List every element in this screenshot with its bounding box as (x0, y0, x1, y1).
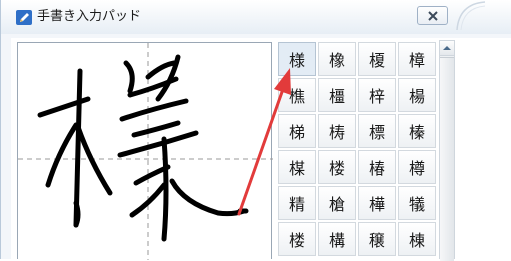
candidate-cell[interactable]: 穣 (358, 222, 396, 256)
candidate-scrollbar[interactable] (439, 40, 455, 261)
candidate-cell[interactable]: 橿 (318, 78, 356, 112)
candidate-cell[interactable]: 楼 (278, 222, 316, 256)
candidate-cell[interactable]: 樟 (398, 42, 436, 76)
title-bar[interactable]: 手書き入力パッド (1, 0, 511, 34)
candidate-cell[interactable]: 槍 (318, 186, 356, 220)
candidate-cell[interactable]: 樺 (358, 186, 396, 220)
candidate-cell[interactable]: 様 (278, 42, 316, 76)
scroll-up-button[interactable] (440, 41, 454, 56)
candidate-cell[interactable]: 棟 (398, 222, 436, 256)
candidate-cell[interactable]: 榎 (358, 42, 396, 76)
candidate-cell[interactable]: 樵 (278, 78, 316, 112)
candidate-cell[interactable]: 精 (278, 186, 316, 220)
chevron-up-icon (443, 46, 451, 50)
candidate-cell[interactable]: 犠 (398, 186, 436, 220)
candidate-cell[interactable]: 楳 (278, 150, 316, 184)
handwritten-character (37, 54, 249, 242)
candidate-grid: 様橡榎樟樵橿梓楊梯梼標榛楳楼椿樽精槍樺犠楼構穣棟 (278, 40, 438, 259)
candidate-cell[interactable]: 楊 (398, 78, 436, 112)
window-title: 手書き入力パッド (37, 9, 142, 24)
candidate-cell[interactable]: 榛 (398, 114, 436, 148)
candidate-cell[interactable]: 樽 (398, 150, 436, 184)
handwriting-pad-window: 手書き入力パッド 様 橡 榎 樟 樵 橿 梓 楊 梯 梼 標 榛 楳 楼 椿 樽… (0, 0, 511, 261)
window-corner-decoration (456, 1, 486, 30)
pen-icon (15, 9, 33, 26)
candidate-cell[interactable]: 橡 (318, 42, 356, 76)
candidate-cell[interactable]: 標 (358, 114, 396, 148)
candidate-cell[interactable]: 梼 (318, 114, 356, 148)
close-button[interactable] (417, 6, 448, 25)
candidate-cell[interactable]: 構 (318, 222, 356, 256)
candidate-cell[interactable]: 梓 (358, 78, 396, 112)
close-icon (428, 11, 438, 21)
candidate-cell[interactable]: 楼 (318, 150, 356, 184)
scroll-thumb[interactable] (440, 57, 454, 261)
candidate-cell[interactable]: 椿 (358, 150, 396, 184)
candidate-cell[interactable]: 梯 (278, 114, 316, 148)
ink-strokes (18, 43, 273, 260)
ink-pad[interactable] (17, 42, 273, 260)
